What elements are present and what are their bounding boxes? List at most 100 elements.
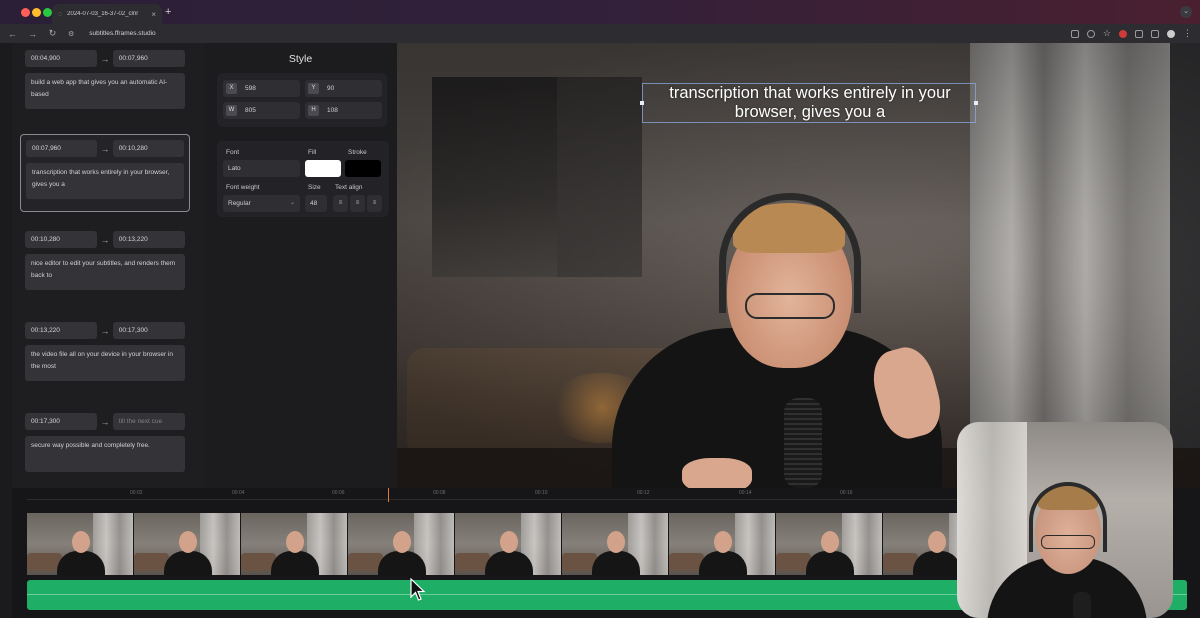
video-thumbnail <box>455 513 561 575</box>
font-label: Font <box>226 149 240 156</box>
arrow-right-icon: → <box>100 416 110 427</box>
cue-item[interactable]: 00:17,300 → till the next cue secure way… <box>20 408 190 486</box>
h-tag: H <box>308 105 319 116</box>
cue-text-input[interactable]: nice editor to edit your subtitles, and … <box>25 254 185 290</box>
cue-item[interactable]: 00:04,900 → 00:07,960 build a web app th… <box>20 45 190 119</box>
profile-avatar-icon[interactable] <box>1167 29 1175 38</box>
cue-end-time-input[interactable]: 00:17,300 <box>112 322 185 339</box>
address-bar[interactable]: subtitles.fframes.studio <box>89 30 1060 37</box>
glasses <box>745 293 835 319</box>
cue-end-time-input[interactable]: 00:13,220 <box>112 231 185 248</box>
tab-title: 2024-07-03_16-37-02_clnr <box>67 11 139 17</box>
cue-item[interactable]: 00:10,280 → 00:13,220 nice editor to edi… <box>20 226 190 304</box>
video-thumbnail <box>134 513 240 575</box>
browser-tab-strip: ◌ 2024-07-03_16-37-02_clnr × + ⌄ <box>0 0 1200 24</box>
open-external-icon[interactable] <box>1070 29 1079 38</box>
video-thumbnail <box>348 513 454 575</box>
browser-tab[interactable]: ◌ 2024-07-03_16-37-02_clnr × <box>52 4 162 24</box>
video-thumbnail <box>241 513 347 575</box>
cue-item[interactable]: 00:13,220 → 00:17,300 the video file all… <box>20 317 190 395</box>
typography-card: Font Fill Stroke Lato Font weight Size T… <box>217 141 389 217</box>
cue-end-time-input[interactable]: 00:07,960 <box>112 50 185 67</box>
y-tag: Y <box>308 83 319 94</box>
new-tab-button[interactable]: + <box>165 6 171 18</box>
bookmark-star-icon[interactable]: ☆ <box>1103 28 1111 39</box>
tab-search-button[interactable]: ⌄ <box>1180 6 1192 18</box>
tick-label: 00:02 <box>130 490 143 496</box>
cue-text-input[interactable]: transcription that works entirely in you… <box>26 163 184 199</box>
video-thumbnail <box>27 513 133 575</box>
forward-arrow-icon[interactable]: → <box>28 29 37 39</box>
align-left-icon[interactable]: ≡ <box>333 195 348 212</box>
width-field[interactable]: W 805 <box>223 102 300 119</box>
video-thumbnail <box>883 513 967 575</box>
cue-start-time-input[interactable]: 00:07,960 <box>26 140 98 157</box>
recording-extension-icon[interactable] <box>1119 29 1127 38</box>
timeline-ruler[interactable]: 00:02 00:04 00:06 00:08 00:10 00:12 00:1… <box>27 488 967 500</box>
tick-label: 00:06 <box>332 490 345 496</box>
chevron-down-icon: ⌄ <box>289 200 295 206</box>
window-close-button[interactable] <box>21 8 30 17</box>
cue-start-time-input[interactable]: 00:10,280 <box>25 231 98 248</box>
mouse-pointer-icon <box>410 578 426 601</box>
playhead[interactable] <box>388 488 389 502</box>
fill-color-swatch[interactable] <box>305 160 341 177</box>
window-maximize-button[interactable] <box>43 8 52 17</box>
fill-label: Fill <box>308 149 317 156</box>
x-tag: X <box>226 83 237 94</box>
stroke-label: Stroke <box>348 149 367 156</box>
w-tag: W <box>226 105 237 116</box>
y-position-field[interactable]: Y 90 <box>305 80 382 97</box>
video-thumbnail <box>776 513 882 575</box>
webcam-microphone <box>1073 592 1091 618</box>
arrow-right-icon: → <box>100 325 110 336</box>
cue-start-time-input[interactable]: 00:17,300 <box>25 413 98 430</box>
arrow-right-icon: → <box>100 234 110 245</box>
font-weight-select[interactable]: Regular ⌄ <box>223 195 300 212</box>
tick-label: 00:04 <box>232 490 245 496</box>
cue-end-time-input[interactable]: till the next cue <box>112 413 185 430</box>
position-card: X 598 Y 90 W 805 H 108 <box>217 73 387 127</box>
webcam-overlay <box>957 422 1173 618</box>
tick-label: 00:16 <box>840 490 853 496</box>
video-thumbnail-strip[interactable] <box>27 513 967 575</box>
cue-item-selected[interactable]: 00:07,960 → 00:10,280 transcription that… <box>20 134 190 212</box>
tab-close-icon[interactable]: × <box>151 10 156 19</box>
cue-text-input[interactable]: build a web app that gives you an automa… <box>25 73 185 109</box>
stroke-color-swatch[interactable] <box>345 160 381 177</box>
reload-icon[interactable]: ↻ <box>48 28 57 39</box>
subtitle-cue-list: 00:04,900 → 00:07,960 build a web app th… <box>12 43 204 488</box>
cue-start-time-input[interactable]: 00:04,900 <box>25 50 98 67</box>
zoom-icon[interactable] <box>1086 29 1095 38</box>
microphone <box>784 398 822 488</box>
site-info-icon[interactable]: ⚙ <box>68 30 74 38</box>
align-center-icon[interactable]: ≡ <box>350 195 365 212</box>
cue-end-time-input[interactable]: 00:10,280 <box>112 140 184 157</box>
resize-handle[interactable] <box>640 101 644 105</box>
style-panel: Style X 598 Y 90 W 805 H 108 Font Fill S… <box>204 43 397 488</box>
cue-start-time-input[interactable]: 00:13,220 <box>25 322 98 339</box>
font-family-select[interactable]: Lato <box>223 160 300 177</box>
extensions-icon[interactable] <box>1135 29 1143 38</box>
x-position-field[interactable]: X 598 <box>223 80 300 97</box>
height-field[interactable]: H 108 <box>305 102 382 119</box>
browser-menu-icon[interactable]: ⋮ <box>1183 28 1192 39</box>
back-arrow-icon[interactable]: ← <box>8 29 17 39</box>
font-size-input[interactable]: 48 <box>305 195 327 212</box>
cue-text-input[interactable]: the video file all on your device in you… <box>25 345 185 381</box>
presenter-hand <box>682 458 752 488</box>
tick-label: 00:08 <box>433 490 446 496</box>
sidebar-icon[interactable] <box>1151 29 1159 38</box>
caption-selection-box[interactable]: transcription that works entirely in you… <box>640 83 978 123</box>
resize-handle[interactable] <box>974 101 978 105</box>
browser-toolbar: ← → ↻ ⚙ subtitles.fframes.studio ☆ ⋮ <box>0 24 1200 43</box>
y-value: 90 <box>327 85 335 92</box>
align-right-icon[interactable]: ≡ <box>367 195 382 212</box>
tick-label: 00:14 <box>739 490 752 496</box>
tick-label: 00:12 <box>637 490 650 496</box>
tick-label: 00:10 <box>535 490 548 496</box>
window-minimize-button[interactable] <box>32 8 41 17</box>
cue-text-input[interactable]: secure way possible and completely free. <box>25 436 185 472</box>
w-value: 805 <box>245 107 256 114</box>
x-value: 598 <box>245 85 256 92</box>
